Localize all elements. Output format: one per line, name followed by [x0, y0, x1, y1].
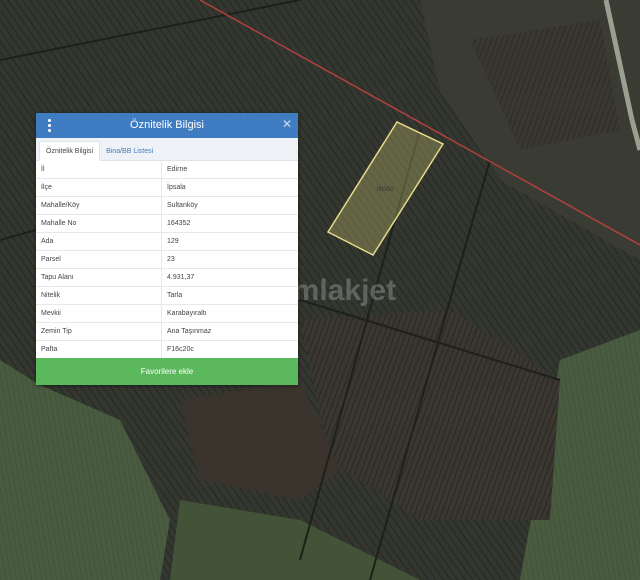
table-row: Ada 129	[36, 232, 298, 251]
parcel-label: 00000	[377, 187, 394, 193]
row-key: Mevkii	[36, 304, 162, 323]
row-key: Pafta	[36, 340, 162, 359]
panel-header: Öznitelik Bilgisi ✕	[36, 113, 298, 138]
table-row: Mahalle/Köy Sultanköy	[36, 196, 298, 215]
row-value: 4.931,37	[161, 268, 298, 287]
attribute-table: İl Edirne İlçe İpsala Mahalle/Köy Sultanköy…	[36, 161, 298, 359]
table-row: Zemin Tip Ana Taşınmaz	[36, 322, 298, 341]
table-row: Pafta F16c20c	[36, 340, 298, 359]
row-key: İlçe	[36, 178, 162, 197]
row-key: Ada	[36, 232, 162, 251]
row-key: Parsel	[36, 250, 162, 269]
row-value: Ana Taşınmaz	[161, 322, 298, 341]
row-value: Edirne	[161, 161, 298, 179]
row-value: F16c20c	[161, 340, 298, 359]
table-row: İl Edirne	[36, 161, 298, 179]
row-value: İpsala	[161, 178, 298, 197]
table-row: Nitelik Tarla	[36, 286, 298, 305]
row-key: Mahalle No	[36, 214, 162, 233]
panel-tabs: Öznitelik Bilgisi Bina/BB Listesi	[36, 138, 298, 161]
row-key: Tapu Alanı	[36, 268, 162, 287]
table-row: İlçe İpsala	[36, 178, 298, 197]
row-value: Sultanköy	[161, 196, 298, 215]
row-key: Zemin Tip	[36, 322, 162, 341]
row-value: Karabayıraltı	[161, 304, 298, 323]
attribute-panel: Öznitelik Bilgisi ✕ Öznitelik Bilgisi Bi…	[36, 113, 298, 385]
row-value: 164352	[161, 214, 298, 233]
row-value: 23	[161, 250, 298, 269]
row-key: İl	[36, 161, 162, 179]
tab-building-list[interactable]: Bina/BB Listesi	[100, 142, 159, 160]
row-value: 129	[161, 232, 298, 251]
table-row: Mevkii Karabayıraltı	[36, 304, 298, 323]
row-value: Tarla	[161, 286, 298, 305]
tab-attribute-info[interactable]: Öznitelik Bilgisi	[39, 141, 101, 161]
table-row: Tapu Alanı 4.931,37	[36, 268, 298, 287]
row-key: Nitelik	[36, 286, 162, 305]
close-icon[interactable]: ✕	[282, 117, 292, 131]
panel-title: Öznitelik Bilgisi	[130, 119, 204, 131]
row-key: Mahalle/Köy	[36, 196, 162, 215]
add-to-favorites-button[interactable]: Favorilere ekle	[36, 358, 298, 385]
table-row: Parsel 23	[36, 250, 298, 269]
table-row: Mahalle No 164352	[36, 214, 298, 233]
